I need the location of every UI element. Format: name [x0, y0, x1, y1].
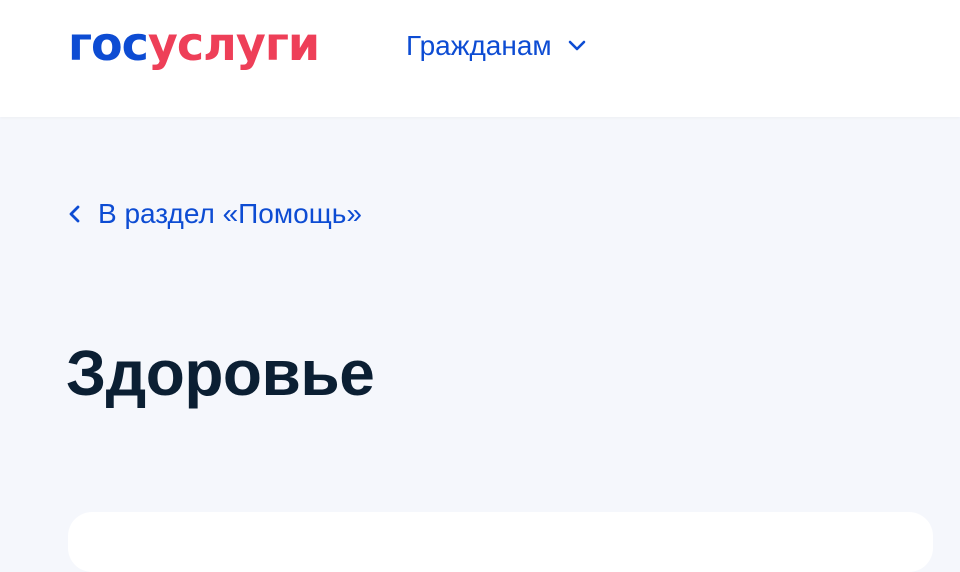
back-to-help-link[interactable]: В раздел «Помощь» [66, 194, 362, 234]
chevron-left-icon [69, 205, 80, 223]
nav-citizens-dropdown[interactable]: Гражданам [406, 26, 588, 66]
nav-citizens-label: Гражданам [406, 30, 552, 61]
logo-part-uslugi: услуги [147, 17, 320, 71]
content-card [68, 512, 933, 572]
logo-part-gos: гос [68, 17, 149, 71]
chevron-down-icon [568, 40, 585, 51]
back-link-label: В раздел «Помощь» [98, 198, 362, 229]
gosuslugi-logo[interactable]: госуслуги [68, 16, 320, 72]
page-title: Здоровье [66, 337, 375, 409]
site-header: госуслуги Гражданам [0, 0, 960, 117]
